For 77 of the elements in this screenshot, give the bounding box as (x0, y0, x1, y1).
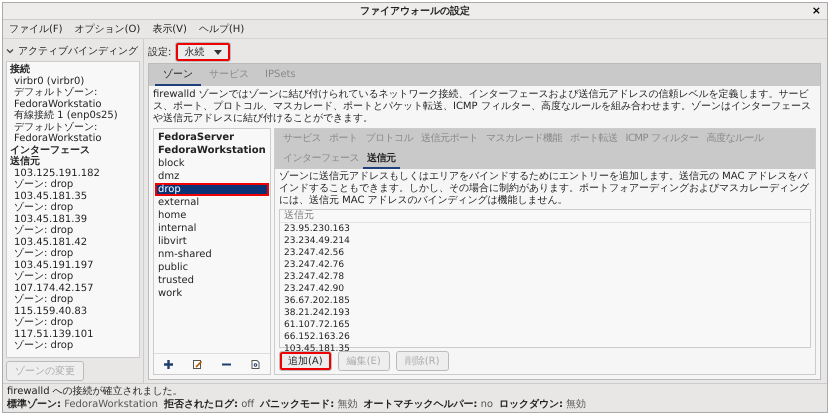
binding-name[interactable]: 103.45.181.35 (10, 190, 136, 202)
source-address[interactable]: 36.67.202.185 (280, 295, 810, 307)
binding-name[interactable]: virbr0 (virbr0) (10, 76, 136, 87)
binding-name[interactable]: 117.51.139.101 (10, 328, 136, 340)
zone-item[interactable]: external (155, 196, 269, 209)
binding-name[interactable]: 115.159.40.83 (10, 306, 136, 317)
source-address[interactable]: 38.21.242.193 (280, 307, 810, 319)
status-value: FedoraWorkstation (64, 399, 158, 410)
binding-zone: ゾーン: drop (13, 179, 74, 190)
edit-icon[interactable] (193, 360, 202, 368)
source-address[interactable]: 23.247.42.56 (280, 247, 810, 259)
action-button[interactable]: 追加(A) (279, 351, 332, 371)
binding-zone: ゾーン: drop (13, 340, 74, 352)
binding-zone: ゾーン: drop (13, 202, 74, 214)
source-address[interactable]: 66.152.163.26 (280, 331, 810, 343)
section-heading: インターフェース (10, 144, 91, 156)
binding-zone: ゾーン: drop (13, 271, 74, 282)
binding-name[interactable]: 107.174.42.157 (10, 282, 136, 294)
source-address[interactable]: 23.234.49.214 (280, 235, 810, 247)
section-heading: 接続 (10, 64, 31, 76)
zone-description: firewalld ゾーンではゾーンに結び付けられているネットワーク接続、インターフェースおよび送信元アドレスの信頼レベルを定義します。サービス、ポート、プロトコル、マスカレード、ポートとパケット転送、ICMP フィルター、高度なルールを組み合わせます。ゾーンはインターフェースや送信元アドレスに結び付けることができます。 (152, 88, 812, 126)
zone-item[interactable]: public (155, 261, 269, 274)
window-title: ファイアウォールの設定 (360, 4, 470, 18)
zone-item[interactable]: FedoraWorkstation (155, 144, 269, 157)
status-value: 無効 (566, 399, 586, 410)
binding-zone: ゾーン: drop (13, 225, 74, 236)
source-address[interactable]: 23.95.230.163 (280, 223, 810, 235)
config-label: 設定: (148, 46, 172, 59)
menu-item[interactable]: オプション(O) (72, 21, 142, 37)
binding-zone: ゾーン: drop (13, 248, 74, 260)
status-label: 標準ゾーン: (7, 399, 61, 410)
section-heading: 送信元 (10, 156, 41, 168)
binding-name[interactable]: 有線接続 1 (enp0s25) (10, 110, 136, 122)
binding-zone: デフォルトゾーン: FedoraWorkstatio (13, 122, 102, 144)
source-address[interactable]: 23.247.42.90 (280, 283, 810, 295)
zone-item[interactable]: dmz (155, 170, 269, 183)
zone-item[interactable]: work (155, 287, 269, 300)
tab[interactable]: 送信元 (363, 149, 400, 169)
status-label: ロックダウン: (499, 399, 564, 410)
menu-item[interactable]: ファイル(F) (7, 21, 65, 37)
binding-name[interactable]: 103.125.191.182 (10, 168, 136, 179)
zone-item[interactable]: nm-shared (155, 248, 269, 261)
document-icon[interactable] (251, 360, 260, 368)
dropdown-arrow-icon (214, 50, 222, 54)
binding-zone: デフォルトゾーン: FedoraWorkstatio (13, 87, 102, 110)
zone-item[interactable]: FedoraServer (155, 131, 269, 144)
zone-item[interactable]: trusted (155, 274, 269, 287)
status-label: 拒否されたログ: (164, 399, 238, 410)
menu-item[interactable]: 表示(V) (150, 21, 189, 37)
config-dropdown[interactable]: 永続 (175, 42, 232, 62)
binding-zone: ゾーン: drop (13, 294, 74, 306)
tab[interactable]: ゾーン (155, 64, 201, 86)
source-address[interactable]: 61.107.72.165 (280, 319, 810, 331)
zone-item[interactable]: block (155, 157, 269, 170)
binding-name[interactable]: 103.45.191.197 (10, 260, 136, 271)
status-message: firewalld への接続が確立されました。 (7, 385, 184, 398)
status-value: no (480, 399, 494, 410)
binding-name[interactable]: 103.45.181.42 (10, 236, 136, 248)
status-value: 無効 (337, 399, 358, 410)
status-value: off (241, 399, 254, 410)
zone-item[interactable]: libvirt (155, 235, 269, 248)
bindings-toggle[interactable]: アクティブバインディング (6, 41, 140, 61)
zone-item[interactable]: drop (155, 183, 269, 196)
source-address[interactable]: 23.247.42.76 (280, 259, 810, 271)
binding-name[interactable]: 103.45.181.39 (10, 214, 136, 225)
status-label: パニックモード: (260, 399, 334, 410)
sources-description: ゾーンに送信元アドレスもしくはエリアをバインドするためにエントリーを追加します。送信元の MAC アドレスをバインドすることもできます。しかし、その場合に制約があります。ポートフォアーディングおよびマスカレーディングには、送信元 MAC アドレスのバインディングは機能しません。 (278, 170, 810, 208)
status-label: オートマチックヘルパー: (363, 399, 478, 410)
zone-item[interactable]: home (155, 209, 269, 222)
chevron-icon (6, 47, 14, 55)
column-header: 送信元 (280, 210, 810, 223)
add-icon[interactable] (164, 360, 173, 368)
menu-item[interactable]: ヘルプ(H) (196, 21, 246, 37)
binding-zone: ゾーン: drop (13, 317, 74, 328)
source-address[interactable]: 23.247.42.78 (280, 271, 810, 283)
close-button[interactable]: × (812, 4, 821, 17)
zone-item[interactable]: internal (155, 222, 269, 235)
